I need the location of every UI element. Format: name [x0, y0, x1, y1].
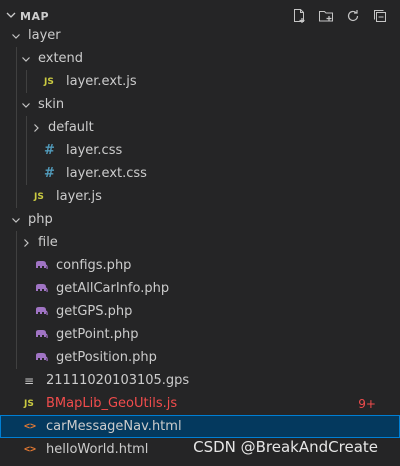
tree-file[interactable]: getGPS.php — [0, 300, 400, 323]
tree-item-label: layer.ext.css — [66, 166, 147, 181]
indent-guide — [26, 70, 27, 93]
new-folder-icon[interactable] — [316, 6, 336, 26]
css-file-icon: # — [44, 166, 55, 181]
indent-guide — [16, 185, 17, 208]
tree-item-label: carMessageNav.html — [46, 419, 182, 434]
indent-guide — [16, 70, 17, 93]
html-file-icon: <> — [24, 421, 37, 432]
tree-item-label: php — [28, 212, 53, 227]
chevron-right-icon[interactable] — [18, 237, 34, 249]
tree-folder[interactable]: skin — [0, 93, 400, 116]
indent-guide — [26, 162, 27, 185]
tree-item-label: skin — [38, 97, 65, 112]
text-file-icon: ≡ — [24, 373, 35, 388]
chevron-down-icon[interactable] — [18, 53, 34, 65]
css-file-icon: # — [44, 143, 55, 158]
js-file-icon: JS — [34, 191, 44, 202]
chevron-right-icon[interactable] — [28, 122, 44, 134]
tree-item-label: default — [48, 120, 94, 135]
chevron-down-icon[interactable] — [8, 214, 24, 226]
php-elephant-icon — [34, 283, 52, 295]
tree-file[interactable]: <> carMessageNav.html — [0, 415, 400, 438]
tree-item-label: layer.ext.js — [66, 74, 137, 89]
indent-guide — [16, 300, 17, 323]
tree-item-label: 21111020103105.gps — [46, 373, 190, 388]
indent-guide — [16, 277, 17, 300]
php-elephant-icon — [34, 329, 52, 341]
js-file-icon: JS — [44, 76, 54, 87]
indent-guide — [16, 346, 17, 369]
chevron-down-icon[interactable] — [6, 10, 18, 23]
tree-item-label: extend — [38, 51, 84, 66]
tree-file[interactable]: # layer.ext.css — [0, 162, 400, 185]
watermark-text: CSDN @BreakAndCreate — [193, 438, 378, 456]
refresh-icon[interactable] — [343, 6, 363, 26]
tree-file[interactable]: JS BMapLib_GeoUtils.js 9+ — [0, 392, 400, 415]
indent-guide — [16, 323, 17, 346]
tree-folder[interactable]: php — [0, 208, 400, 231]
tree-file[interactable]: ≡ 21111020103105.gps — [0, 369, 400, 392]
indent-guide — [16, 231, 17, 254]
tree-item-label: getGPS.php — [56, 304, 133, 319]
indent-guide — [16, 116, 17, 139]
tree-item-label: getAllCarInfo.php — [56, 281, 170, 296]
tree-item-label: file — [38, 235, 58, 250]
tree-file[interactable]: getPosition.php — [0, 346, 400, 369]
collapse-all-icon[interactable] — [370, 6, 390, 26]
js-file-icon: JS — [24, 398, 34, 409]
explorer-toolbar — [289, 6, 390, 26]
chevron-down-icon[interactable] — [18, 99, 34, 111]
tree-folder[interactable]: default — [0, 116, 400, 139]
tree-item-label: getPoint.php — [56, 327, 139, 342]
php-elephant-icon — [34, 306, 52, 318]
tree-item-label: getPosition.php — [56, 350, 157, 365]
indent-guide — [16, 47, 17, 70]
tree-folder[interactable]: extend — [0, 47, 400, 70]
file-tree: layer extend JS layer.ext.js skin default # lay… — [0, 24, 400, 461]
tree-item-label: BMapLib_GeoUtils.js — [46, 396, 178, 411]
section-title: MAP — [20, 9, 50, 23]
tree-item-label: configs.php — [56, 258, 132, 273]
tree-file[interactable]: getAllCarInfo.php — [0, 277, 400, 300]
tree-folder[interactable]: file — [0, 231, 400, 254]
indent-guide — [16, 139, 17, 162]
indent-guide — [26, 116, 27, 139]
tree-file[interactable]: # layer.css — [0, 139, 400, 162]
html-file-icon: <> — [24, 444, 37, 455]
tree-item-label: helloWorld.html — [46, 442, 149, 457]
tree-file[interactable]: getPoint.php — [0, 323, 400, 346]
tree-folder[interactable]: layer — [0, 24, 400, 47]
tree-file[interactable]: configs.php — [0, 254, 400, 277]
php-elephant-icon — [34, 260, 52, 272]
tree-file[interactable]: JS layer.ext.js — [0, 70, 400, 93]
new-file-icon[interactable] — [289, 6, 309, 26]
php-elephant-icon — [34, 352, 52, 364]
problems-badge: 9+ — [358, 396, 376, 411]
tree-item-label: layer — [28, 28, 61, 43]
chevron-down-icon[interactable] — [8, 30, 24, 42]
indent-guide — [26, 139, 27, 162]
indent-guide — [16, 93, 17, 116]
indent-guide — [16, 254, 17, 277]
tree-item-label: layer.js — [56, 189, 102, 204]
indent-guide — [16, 162, 17, 185]
tree-item-label: layer.css — [66, 143, 123, 158]
tree-file[interactable]: JS layer.js — [0, 185, 400, 208]
